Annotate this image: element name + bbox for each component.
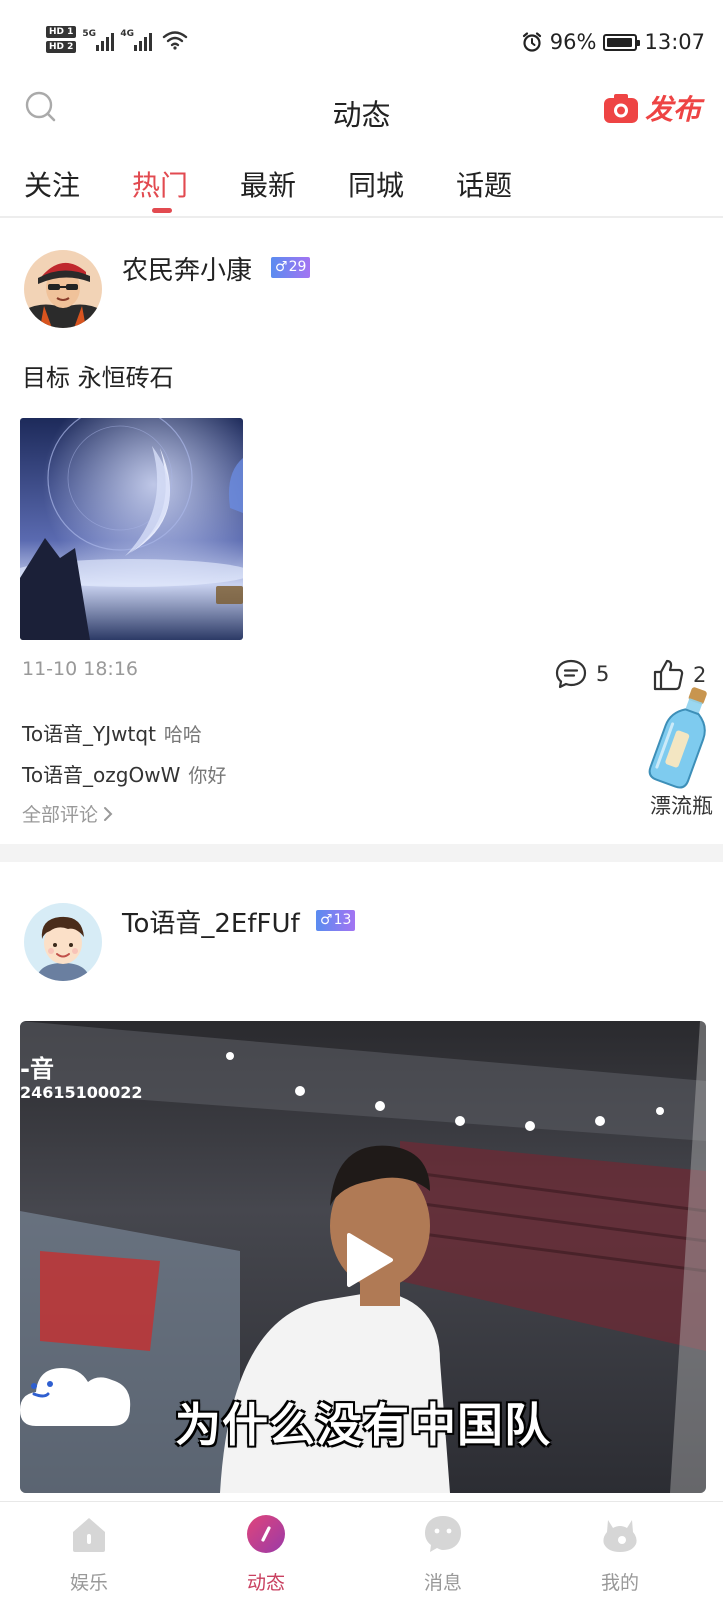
video-watermark-title: -音 xyxy=(20,1055,54,1083)
nav-profile[interactable]: 我的 xyxy=(575,1514,665,1595)
chevron-right-icon xyxy=(104,806,113,821)
cloud-mascot-icon[interactable] xyxy=(18,1354,136,1434)
age-label: 13 xyxy=(333,912,352,928)
active-tab-indicator xyxy=(152,208,172,213)
network-type-label: 5G xyxy=(82,28,97,39)
publish-label: 发布 xyxy=(644,93,701,126)
header: 动态 发布 xyxy=(0,80,723,142)
all-comments-label: 全部评论 xyxy=(22,804,99,826)
avatar[interactable] xyxy=(24,250,102,328)
comment-text: 哈哈 xyxy=(163,724,202,746)
comment-user: To语音_YJwtqt xyxy=(22,722,156,746)
tab-nearby[interactable]: 同城 xyxy=(348,164,404,204)
post-text: 目标 永恒砖石 xyxy=(22,364,174,392)
username[interactable]: 农民奔小康 xyxy=(122,250,252,287)
camera-icon xyxy=(603,94,638,123)
post-image[interactable] xyxy=(20,418,243,640)
status-left: HD 1 HD 2 5G 4G xyxy=(46,26,188,53)
battery-percent: 96% xyxy=(549,30,597,54)
post-timestamp: 11-10 18:16 xyxy=(22,658,139,680)
comment-item[interactable]: To语音_YJwtqt 哈哈 xyxy=(22,718,202,747)
video-watermark-id: 24615100022 xyxy=(20,1083,143,1102)
status-right: 96% 13:07 xyxy=(521,30,705,54)
gender-age-badge: ♂ 29 xyxy=(271,257,311,278)
hd2-label: HD 2 xyxy=(46,41,77,53)
moments-icon xyxy=(247,1515,285,1553)
signal-icon-2: 4G xyxy=(120,28,153,51)
hd-indicator: HD 1 HD 2 xyxy=(46,26,77,53)
comment-button[interactable]: 5 xyxy=(554,658,609,690)
comment-item[interactable]: To语音_ozgOwW 你好 xyxy=(22,759,226,788)
gender-icon: ♂ xyxy=(320,912,333,928)
tab-hot[interactable]: 热门 xyxy=(132,164,188,204)
tab-bar: 关注 热门 最新 同城 话题 xyxy=(0,156,723,218)
avatar-image xyxy=(24,903,102,981)
nav-messages[interactable]: 消息 xyxy=(398,1514,488,1595)
tab-topics[interactable]: 话题 xyxy=(456,164,512,204)
comment-icon xyxy=(555,659,587,689)
status-bar: HD 1 HD 2 5G 4G 96% 13:07 xyxy=(0,0,723,80)
bottom-nav: 娱乐 动态 消息 我的 xyxy=(0,1501,723,1600)
alarm-icon xyxy=(522,32,541,52)
hd1-label: HD 1 xyxy=(46,26,77,38)
nav-moments[interactable]: 动态 xyxy=(221,1514,311,1595)
home-icon xyxy=(73,1518,105,1552)
post-image-art xyxy=(20,418,243,640)
nav-label: 娱乐 xyxy=(69,1572,108,1594)
profile-icon xyxy=(603,1520,637,1552)
bottle-icon xyxy=(648,687,707,789)
avatar[interactable] xyxy=(24,903,102,981)
nav-label: 消息 xyxy=(423,1572,462,1594)
publish-button[interactable]: 发布 xyxy=(603,88,701,128)
battery-fill xyxy=(607,37,633,47)
drift-bottle-label: 漂流瓶 xyxy=(650,794,713,818)
wifi-icon xyxy=(163,30,188,50)
comment-text: 你好 xyxy=(188,765,227,787)
username[interactable]: To语音_2EfFUf xyxy=(122,903,300,940)
tab-latest[interactable]: 最新 xyxy=(240,164,296,204)
nav-entertainment[interactable]: 娱乐 xyxy=(44,1514,134,1595)
clock: 13:07 xyxy=(644,30,705,54)
age-label: 29 xyxy=(288,259,307,275)
signal-icon: 5G xyxy=(82,28,115,51)
tab-follow[interactable]: 关注 xyxy=(24,164,80,204)
chat-icon xyxy=(425,1516,461,1552)
comment-user: To语音_ozgOwW xyxy=(22,763,181,787)
post-divider xyxy=(0,844,723,862)
battery-icon xyxy=(603,33,641,51)
comment-count: 5 xyxy=(596,662,610,686)
all-comments-link[interactable]: 全部评论 xyxy=(22,800,114,827)
nav-label: 动态 xyxy=(246,1572,285,1594)
gender-age-badge: ♂ 13 xyxy=(316,910,356,931)
nav-label: 我的 xyxy=(600,1572,639,1594)
avatar-image xyxy=(24,250,102,328)
play-icon[interactable] xyxy=(343,1231,395,1289)
network-type-label-2: 4G xyxy=(120,28,135,39)
gender-icon: ♂ xyxy=(275,259,288,275)
